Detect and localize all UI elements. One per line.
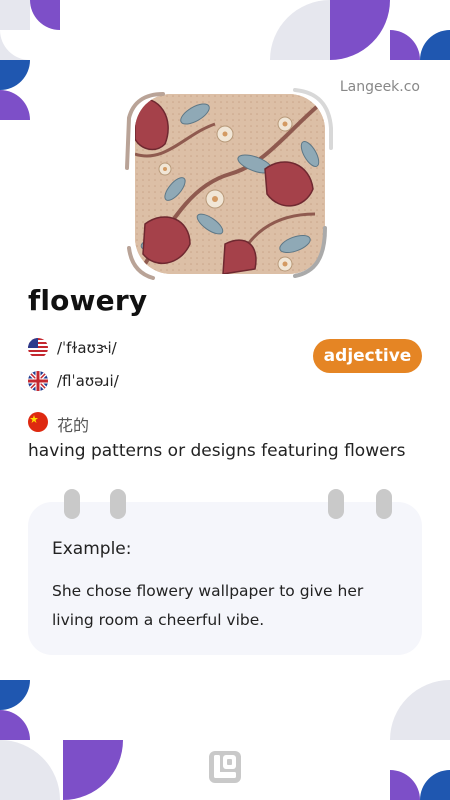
binder-ring-right-1 [328,489,344,519]
definition-text: having patterns or designs featuring flo… [28,441,406,461]
uk-pronunciation[interactable]: /flˈaʊəɹi/ [28,371,119,391]
binder-ring-left-1 [64,489,80,519]
us-ipa: /ˈfɫaʊɝi/ [57,339,117,357]
headword: flowery [28,284,148,317]
uk-flag-icon [28,371,48,391]
top-right-decoration [270,0,450,60]
translation-text: 花的 [57,416,90,435]
binder-ring-left-2 [110,489,126,519]
bottom-right-decoration [390,680,450,800]
bottom-left-decoration [0,680,123,800]
word-illustration [125,88,335,280]
example-sentence: She chose flowery wallpaper to give her … [52,582,364,629]
us-flag-icon [28,338,48,358]
translation-row: 花的 [28,408,89,436]
example-card: Example: She chose flowery wallpaper to … [28,502,422,655]
langeek-logo-icon[interactable] [209,751,241,783]
binder-ring-right-2 [376,489,392,519]
frame-brackets [125,88,333,280]
site-name[interactable]: Langeek.co [340,79,420,95]
china-flag-icon [28,412,48,432]
top-left-decoration [0,0,60,120]
us-pronunciation[interactable]: /ˈfɫaʊɝi/ [28,338,117,358]
example-label: Example: [52,539,132,559]
part-of-speech-badge: adjective [313,339,422,373]
uk-ipa: /flˈaʊəɹi/ [57,372,119,390]
